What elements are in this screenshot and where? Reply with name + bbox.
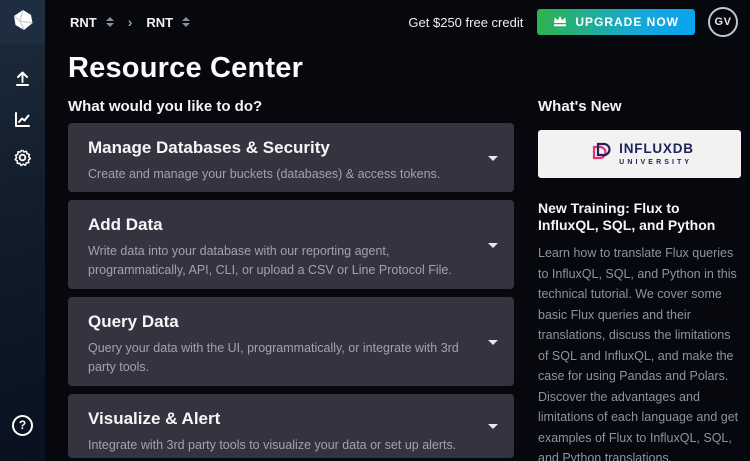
influxdb-cubo-icon <box>12 9 34 36</box>
line-chart-icon <box>13 110 32 129</box>
sidebar-item-data-explorer[interactable] <box>0 102 45 136</box>
chevron-down-icon[interactable] <box>488 424 498 429</box>
sidebar-item-settings[interactable] <box>0 140 45 174</box>
upgrade-now-label: UPGRADE NOW <box>575 15 679 29</box>
card-title: Visualize & Alert <box>88 409 470 429</box>
card-title: Add Data <box>88 215 470 235</box>
sidebar-item-load-data[interactable] <box>0 61 45 95</box>
card-description: Query your data with the UI, programmati… <box>88 339 470 377</box>
breadcrumb-instance[interactable]: RNT <box>146 15 173 30</box>
card-add-data[interactable]: Add Data Write data into your database w… <box>68 200 514 289</box>
resource-cards: Manage Databases & Security Create and m… <box>68 123 514 461</box>
card-description: Integrate with 3rd party tools to visual… <box>88 436 470 455</box>
card-description: Write data into your database with our r… <box>88 242 470 280</box>
user-avatar[interactable]: GV <box>708 7 738 37</box>
article-title: New Training: Flux to InfluxQL, SQL, and… <box>538 200 741 234</box>
card-description: Create and manage your buckets (database… <box>88 165 470 184</box>
help-icon: ? <box>12 415 33 436</box>
card-title: Query Data <box>88 312 470 332</box>
gear-icon <box>13 148 32 167</box>
influxdb-wordmark: INFLUXDB <box>619 142 694 156</box>
sidebar-nav: ? <box>0 0 45 461</box>
card-visualize-alert[interactable]: Visualize & Alert Integrate with 3rd par… <box>68 394 514 458</box>
crown-icon <box>553 15 567 30</box>
card-title: Manage Databases & Security <box>88 138 470 158</box>
free-credit-text: Get $250 free credit <box>408 15 523 30</box>
university-wordmark: UNIVERSITY <box>619 159 694 166</box>
chevron-down-icon[interactable] <box>488 243 498 248</box>
page-title: Resource Center <box>68 52 303 85</box>
influxdb-university-logo-icon <box>585 139 611 170</box>
influxdb-logo-button[interactable] <box>0 0 45 44</box>
upload-icon <box>13 69 32 88</box>
section-heading: What would you like to do? <box>68 98 262 115</box>
influxdb-university-banner[interactable]: INFLUXDB UNIVERSITY <box>538 130 741 178</box>
card-manage-databases-security[interactable]: Manage Databases & Security Create and m… <box>68 123 514 192</box>
sidebar-item-help[interactable]: ? <box>0 408 45 442</box>
top-navigation-bar: RNT › RNT Get $250 free credit UPGRADE N… <box>45 0 750 44</box>
upgrade-now-button[interactable]: UPGRADE NOW <box>537 9 695 35</box>
chevron-down-icon[interactable] <box>488 340 498 345</box>
card-query-data[interactable]: Query Data Query your data with the UI, … <box>68 297 514 386</box>
whats-new-panel: What's New INFLUXDB UNIVERSITY New Train… <box>538 98 741 461</box>
breadcrumb-separator-icon: › <box>128 14 133 30</box>
org-switcher-caret-icon[interactable] <box>106 17 114 27</box>
breadcrumb-org[interactable]: RNT <box>70 15 97 30</box>
article-body: Learn how to translate Flux queries to I… <box>538 243 741 461</box>
instance-switcher-caret-icon[interactable] <box>182 17 190 27</box>
chevron-down-icon[interactable] <box>488 156 498 161</box>
whats-new-heading: What's New <box>538 98 741 115</box>
